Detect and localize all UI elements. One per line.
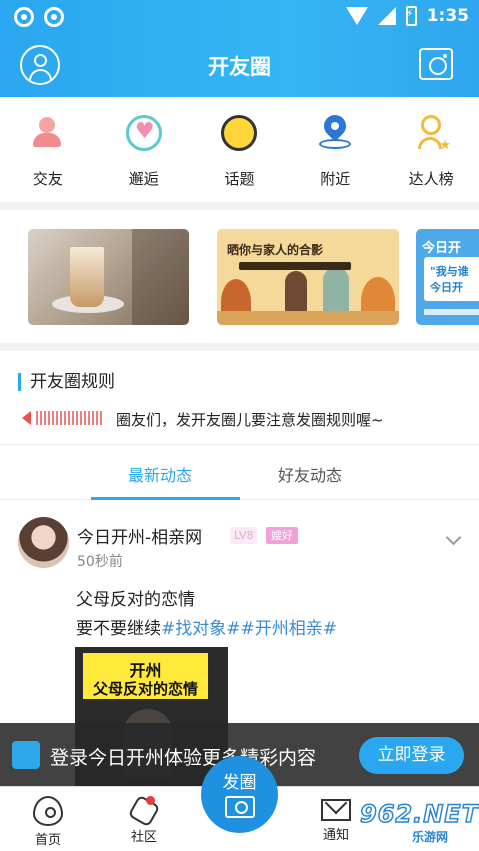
login-prompt-text: 登录今日开州体验更多精彩内容 (50, 747, 317, 769)
rules-section: 开友圈规则 圈友们，发开友圈儿要注意发圈规则喔~ (0, 351, 479, 444)
banner-coffee[interactable] (28, 229, 189, 325)
encounter-icon (125, 115, 162, 151)
eye-icon (33, 796, 63, 826)
topic-icon (221, 115, 258, 151)
notification-dot (146, 796, 155, 805)
quick-menu-label: 附近 (320, 170, 351, 188)
nav-home[interactable]: 首页 (8, 787, 88, 848)
ranking-icon: ★ (413, 115, 451, 153)
sync-icon (44, 7, 64, 27)
quick-menu-item-ranking[interactable]: ★ 达人榜 (383, 97, 479, 202)
quick-menu-label: 达人榜 (408, 170, 454, 188)
fab-label: 发圈 (222, 773, 257, 792)
sync-icon (14, 7, 34, 27)
banner-family-photo[interactable]: 晒你与家人的合影 (217, 229, 399, 325)
wifi-icon (345, 7, 368, 25)
status-notifications (14, 7, 64, 27)
banner-text: "我与谁 (430, 265, 469, 278)
nav-label: 首页 (34, 833, 61, 848)
quick-menu-label: 话题 (224, 170, 255, 188)
banner-title: 今日开 (422, 241, 462, 256)
post-text: 要不要继续#找对象##开州相亲# (76, 614, 337, 639)
nav-community[interactable]: 社区 (104, 787, 184, 845)
level-badge: LV8 (230, 527, 258, 544)
feed-tabs: 最新动态 好友动态 (0, 444, 479, 500)
status-indicators: 1:35 (345, 6, 469, 26)
image-caption: 父母反对的恋情 (92, 680, 198, 698)
tab-latest[interactable]: 最新动态 (128, 462, 192, 486)
banner-kaizhou[interactable]: 今日开 "我与谁 今日开 (416, 229, 479, 325)
quick-menu-item-nearby[interactable]: 附近 (287, 97, 383, 202)
camera-icon (225, 796, 255, 818)
watermark-logo: 962.NET (359, 799, 479, 829)
signal-icon (377, 7, 396, 25)
user-tag-badge: 嫂好 (266, 527, 298, 544)
camera-icon[interactable] (419, 48, 453, 80)
rules-title: 开友圈规则 (18, 373, 115, 391)
banner-carousel: 晒你与家人的合影 今日开 "我与谁 今日开 (0, 210, 479, 343)
navigation-bar: 开友圈 (0, 34, 479, 97)
post-text: 父母反对的恋情 (76, 590, 195, 610)
battery-charging-icon (405, 6, 417, 26)
rules-announcement[interactable]: 圈友们，发开友圈儿要注意发圈规则喔~ (116, 409, 384, 430)
banner-text: 今日开 (430, 281, 463, 294)
quick-menu-label: 邂逅 (128, 170, 159, 188)
post-fab-button[interactable]: 发圈 (201, 756, 278, 833)
quick-menu-item-topic[interactable]: 话题 (192, 97, 288, 202)
chevron-down-icon[interactable] (445, 529, 462, 546)
hexagon-icon (127, 794, 161, 828)
app-header: 1:35 开友圈 (0, 0, 479, 97)
quick-menu: 交友 邂逅 话题 附近 ★ 达人榜 (0, 97, 479, 202)
location-pin-icon (317, 110, 353, 151)
avatar[interactable] (18, 517, 69, 568)
nav-label: 社区 (130, 830, 157, 845)
status-bar: 1:35 (0, 0, 479, 34)
login-button[interactable]: 立即登录 (359, 737, 464, 774)
app-logo (12, 741, 40, 769)
watermark-subtext: 乐游网 (412, 830, 449, 844)
post-hashtags[interactable]: #找对象##开州相亲# (161, 619, 337, 639)
post-text-prefix: 要不要继续 (76, 619, 161, 639)
page-title: 开友圈 (208, 55, 271, 79)
speaker-icon (22, 411, 31, 425)
sound-wave-icon (36, 411, 104, 425)
post-author[interactable]: 今日开州-相亲网 (77, 523, 202, 548)
friends-icon (30, 115, 66, 151)
tab-friends[interactable]: 好友动态 (278, 462, 342, 486)
banner-title: 晒你与家人的合影 (227, 243, 324, 257)
post-timestamp: 50秒前 (77, 554, 123, 570)
quick-menu-item-encounter[interactable]: 邂逅 (96, 97, 192, 202)
status-time: 1:35 (426, 6, 469, 26)
quick-menu-item-friends[interactable]: 交友 (0, 97, 96, 202)
quick-menu-label: 交友 (32, 170, 63, 188)
watermark: 962.NET 乐游网 (316, 799, 479, 848)
